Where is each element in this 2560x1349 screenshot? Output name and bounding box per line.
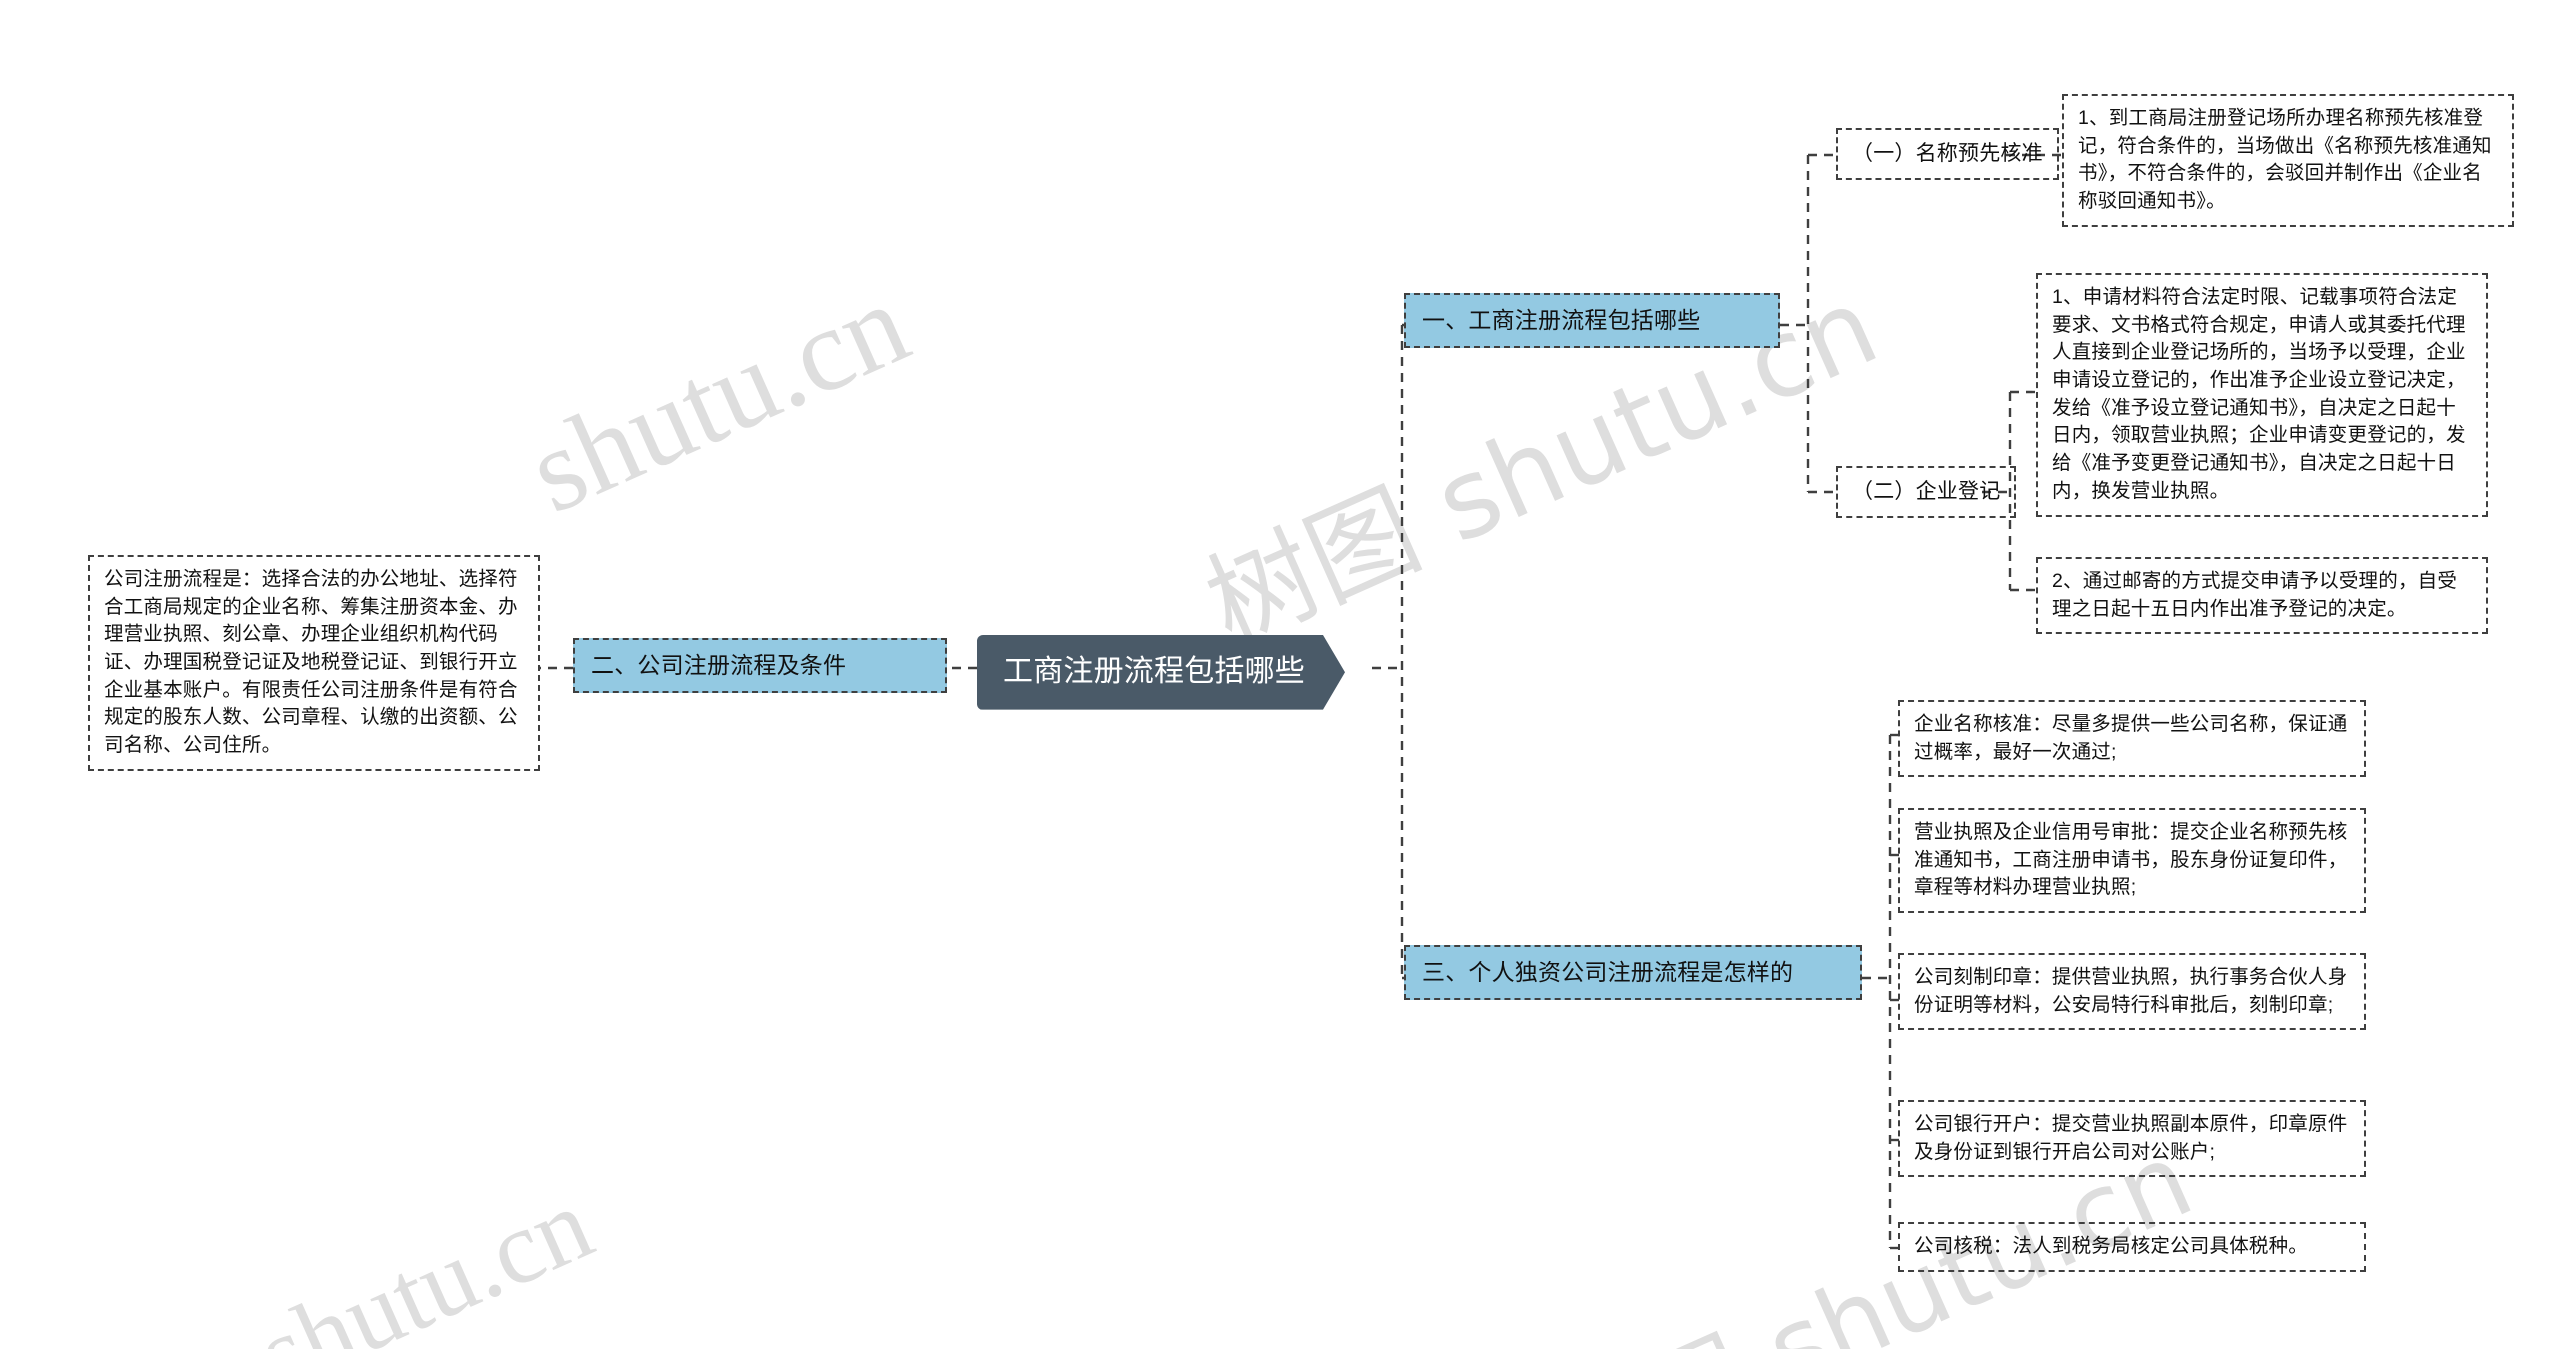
branch-node-3[interactable]: 三、个人独资公司注册流程是怎样的 xyxy=(1404,945,1862,1000)
detail-node-enterprise-registration-2-text: 2、通过邮寄的方式提交申请予以受理的，自受理之日起十五日内作出准予登记的决定。 xyxy=(2052,570,2458,620)
detail-node-name-pre-approval-1[interactable]: 1、到工商局注册登记场所办理名称预先核准登记，符合条件的，当场做出《名称预先核准… xyxy=(2062,94,2514,227)
watermark-shutu-1: shutu.cn xyxy=(510,257,926,539)
detail-node-sole-proprietorship-2[interactable]: 营业执照及企业信用号审批：提交企业名称预先核准通知书，工商注册申请书，股东身份证… xyxy=(1898,808,2366,914)
detail-node-enterprise-registration-1[interactable]: 1、申请材料符合法定时限、记载事项符合法定要求、文书格式符合规定，申请人或其委托… xyxy=(2036,273,2488,517)
detail-node-sole-proprietorship-1-text: 企业名称核准：尽量多提供一些公司名称，保证通过概率，最好一次通过; xyxy=(1914,713,2348,763)
detail-node-sole-proprietorship-4[interactable]: 公司银行开户：提交营业执照副本原件，印章原件及身份证到银行开启公司对公账户; xyxy=(1898,1100,2366,1178)
root-node-label: 工商注册流程包括哪些 xyxy=(1003,655,1305,688)
detail-node-enterprise-registration-1-text: 1、申请材料符合法定时限、记载事项符合法定要求、文书格式符合规定，申请人或其委托… xyxy=(2052,286,2466,502)
detail-node-sole-proprietorship-1[interactable]: 企业名称核准：尽量多提供一些公司名称，保证通过概率，最好一次通过; xyxy=(1898,700,2366,778)
branch-node-1[interactable]: 一、工商注册流程包括哪些 xyxy=(1404,293,1780,348)
detail-node-company-registration-process-text: 公司注册流程是：选择合法的办公地址、选择符合工商局规定的企业名称、筹集注册资本金… xyxy=(104,568,518,757)
branch-node-3-label: 三、个人独资公司注册流程是怎样的 xyxy=(1422,959,1794,985)
detail-node-sole-proprietorship-5[interactable]: 公司核税：法人到税务局核定公司具体税种。 xyxy=(1898,1222,2366,1272)
detail-node-enterprise-registration-2[interactable]: 2、通过邮寄的方式提交申请予以受理的，自受理之日起十五日内作出准予登记的决定。 xyxy=(2036,557,2488,635)
sub-node-name-pre-approval-label: （一）名称预先核准 xyxy=(1852,142,2043,165)
branch-node-2-label: 二、公司注册流程及条件 xyxy=(591,652,847,678)
root-node[interactable]: 工商注册流程包括哪些 xyxy=(977,635,1345,710)
branch-node-2[interactable]: 二、公司注册流程及条件 xyxy=(573,638,947,693)
detail-node-sole-proprietorship-5-text: 公司核税：法人到税务局核定公司具体税种。 xyxy=(1914,1235,2309,1257)
detail-node-sole-proprietorship-2-text: 营业执照及企业信用号审批：提交企业名称预先核准通知书，工商注册申请书，股东身份证… xyxy=(1914,821,2348,899)
detail-node-sole-proprietorship-3[interactable]: 公司刻制印章：提供营业执照，执行事务合伙人身份证明等材料，公安局特行科审批后，刻… xyxy=(1898,953,2366,1031)
detail-node-sole-proprietorship-4-text: 公司银行开户：提交营业执照副本原件，印章原件及身份证到银行开启公司对公账户; xyxy=(1914,1113,2348,1163)
mindmap-canvas: shutu.cn 树图 shutu.cn shutu.cn 树图 shutu.c… xyxy=(0,0,2560,1349)
sub-node-enterprise-registration-label: （二）企业登记 xyxy=(1852,480,2001,503)
sub-node-enterprise-registration[interactable]: （二）企业登记 xyxy=(1836,466,2017,518)
detail-node-sole-proprietorship-3-text: 公司刻制印章：提供营业执照，执行事务合伙人身份证明等材料，公安局特行科审批后，刻… xyxy=(1914,966,2348,1016)
detail-node-company-registration-process[interactable]: 公司注册流程是：选择合法的办公地址、选择符合工商局规定的企业名称、筹集注册资本金… xyxy=(88,555,540,771)
sub-node-name-pre-approval[interactable]: （一）名称预先核准 xyxy=(1836,128,2059,180)
watermark-shutu-3: shutu.cn xyxy=(241,1165,608,1349)
detail-node-name-pre-approval-1-text: 1、到工商局注册登记场所办理名称预先核准登记，符合条件的，当场做出《名称预先核准… xyxy=(2078,107,2492,213)
branch-node-1-label: 一、工商注册流程包括哪些 xyxy=(1422,307,1701,333)
